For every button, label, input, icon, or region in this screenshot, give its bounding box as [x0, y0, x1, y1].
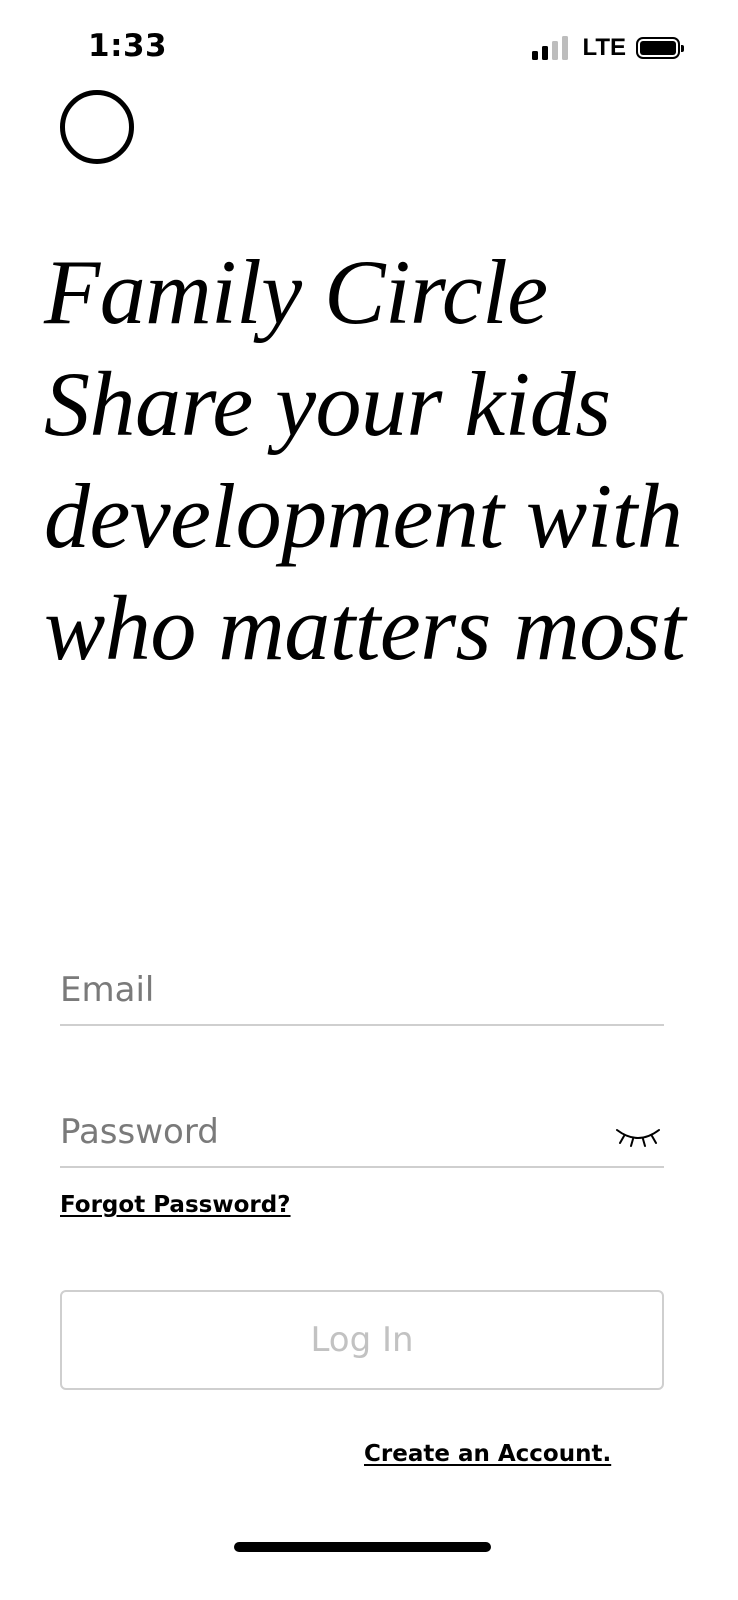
network-type-label: LTE [582, 34, 626, 61]
headline-line: who matters most [44, 577, 686, 679]
headline-line: development with [44, 465, 683, 567]
circle-logo-icon [60, 90, 134, 164]
forgot-password-link[interactable]: Forgot Password? [60, 1192, 291, 1218]
email-field-container [60, 970, 664, 1026]
cellular-signal-icon [532, 36, 569, 60]
status-time: 1:33 [88, 28, 168, 64]
password-field-container [60, 1112, 664, 1168]
create-account-link[interactable]: Create an Account. [364, 1441, 611, 1467]
headline-line: Share your kids [44, 353, 611, 455]
eye-closed-icon[interactable] [614, 1124, 662, 1148]
status-indicators: LTE [532, 34, 684, 62]
home-indicator[interactable] [234, 1542, 491, 1552]
login-button[interactable]: Log In [60, 1290, 664, 1390]
headline: Family Circle Share your kids developmen… [44, 236, 704, 684]
battery-icon [636, 37, 684, 59]
email-field[interactable] [60, 970, 664, 1024]
password-field[interactable] [60, 1112, 664, 1166]
headline-line: Family Circle [44, 241, 548, 343]
status-bar: 1:33 LTE [0, 0, 738, 90]
